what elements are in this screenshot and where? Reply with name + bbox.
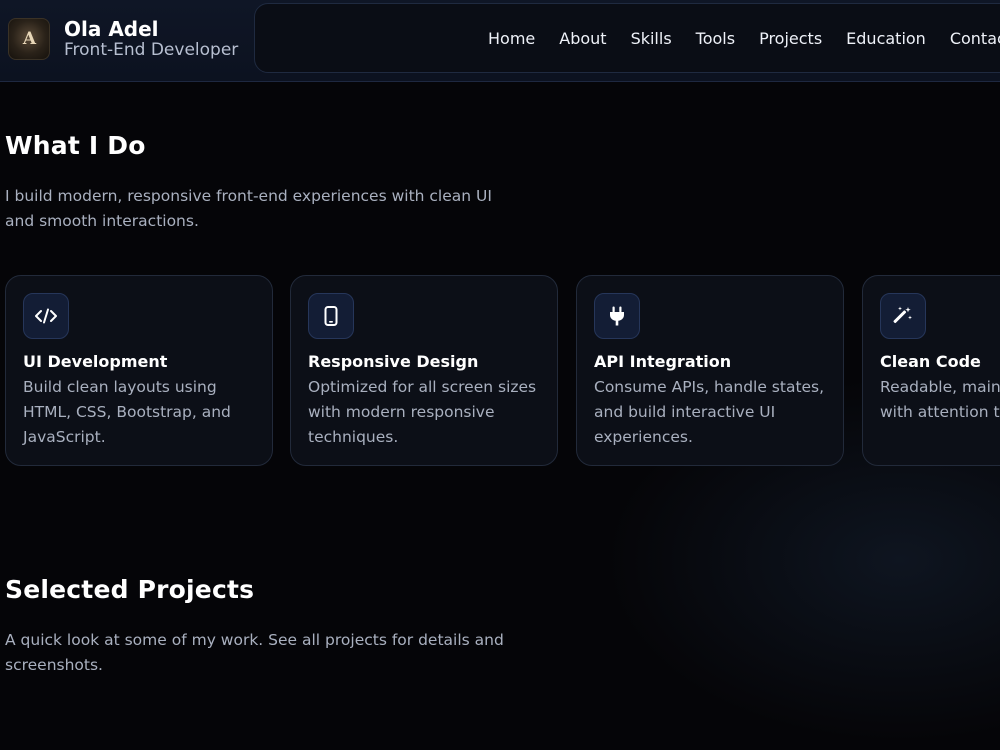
card-title: Responsive Design [308,352,479,371]
plug-icon [594,293,640,339]
brand-role: Front-End Developer [64,40,239,60]
nav-skills[interactable]: Skills [631,29,672,48]
services-cards: UI Development Build clean layouts using… [5,275,1000,467]
card-title: Clean Code [880,352,981,371]
service-card-ui-development: UI Development Build clean layouts using… [5,275,273,466]
brand[interactable]: A Ola Adel Front-End Developer [8,18,238,61]
card-title: UI Development [23,352,168,371]
card-text-line-2: with attention to [880,403,1000,421]
logo[interactable]: A [8,18,50,61]
nav-tools[interactable]: Tools [696,29,735,48]
main-nav: Home About Skills Tools Projects Educati… [254,3,1000,73]
nav-contact[interactable]: Contact [950,29,1000,48]
service-card-api-integration: API Integration Consume APIs, handle sta… [576,275,844,466]
site-header: A Ola Adel Front-End Developer Home Abou… [0,0,1000,82]
card-text: Consume APIs, handle states, and build i… [594,378,825,446]
nav-home[interactable]: Home [488,29,535,48]
magic-wand-icon [880,293,926,339]
projects-description: A quick look at some of my work. See all… [5,631,504,674]
nav-about[interactable]: About [559,29,606,48]
card-title: API Integration [594,352,732,371]
card-text: Optimized for all screen sizes with mode… [308,378,537,446]
nav-education[interactable]: Education [846,29,926,48]
brand-text: Ola Adel Front-End Developer [64,18,238,61]
projects-title: Selected Projects [5,575,255,604]
card-text: Build clean layouts using HTML, CSS, Boo… [23,378,231,446]
card-text-line-1: Readable, maintainable [880,378,1000,396]
logo-mark: A [22,29,36,50]
nav-projects[interactable]: Projects [759,29,822,48]
service-card-clean-code: Clean Code Readable, maintainable with a… [862,275,1000,466]
service-card-responsive-design: Responsive Design Optimized for all scre… [290,275,558,466]
what-i-do-title: What I Do [5,131,146,160]
brand-name: Ola Adel [64,17,159,41]
what-i-do-description: I build modern, responsive front-end exp… [5,187,492,230]
code-icon [23,293,69,339]
mobile-icon [308,293,354,339]
